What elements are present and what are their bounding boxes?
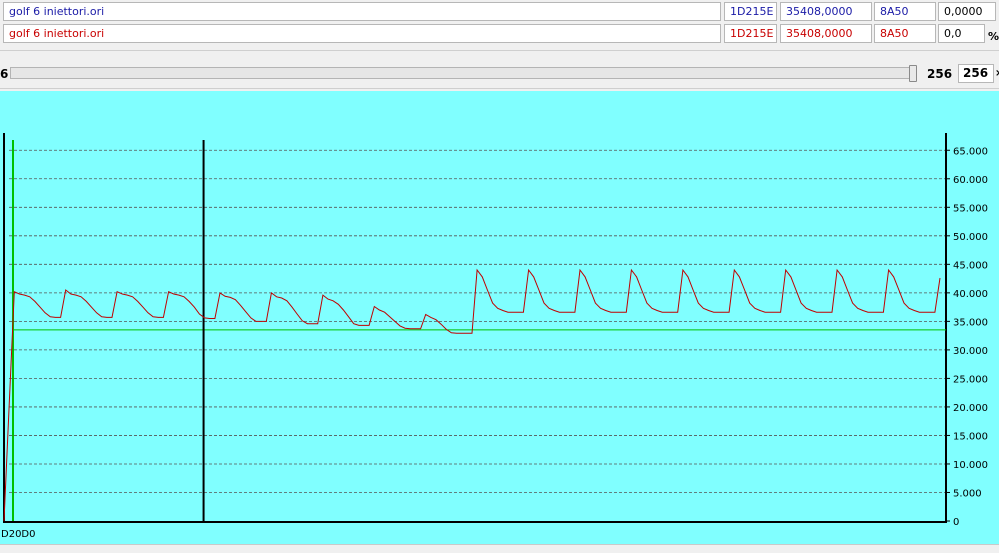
value-cell[interactable]: 35408,0000 [780,2,872,21]
map-row-compare[interactable]: golf 6 iniettori.ori 1D215E 35408,0000 8… [0,23,999,44]
address-cell[interactable]: 1D215E [724,2,777,21]
y-tick-label: 50.000 [953,232,988,243]
y-tick-label: 25.000 [953,374,988,385]
chart-grid [9,149,946,493]
filename-cell[interactable]: golf 6 iniettori.ori [3,2,721,21]
y-tick-label: 60.000 [953,175,988,186]
y-tick-label: 5.000 [953,488,982,499]
address-cell[interactable]: 1D215E [724,24,777,43]
y-tick-label: 45.000 [953,260,988,271]
y-tick-label: 40.000 [953,289,988,300]
hex-cell[interactable]: 8A50 [874,24,936,43]
extra-cell[interactable]: 0,0000 [938,2,996,21]
header-divider [0,50,999,51]
x-start-label: D20D0 [1,529,36,540]
extra-cell[interactable]: 0,0 [938,24,985,43]
injector-map-chart[interactable]: 0 5.000 10.000 15.000 20.000 25.000 30.000 35.0… [0,91,999,544]
slider-input[interactable]: 256 [958,64,994,83]
chart-divider [0,88,999,89]
y-tick-label: 35.000 [953,317,988,328]
slider-thumb[interactable] [909,65,917,82]
close-icon[interactable]: × [995,68,999,79]
hex-cell[interactable]: 8A50 [874,2,936,21]
y-tick-label: 20.000 [953,403,988,414]
slider-value: 256 [927,67,953,81]
slider-left-label: 6 [0,67,9,81]
y-tick-labels: 0 5.000 10.000 15.000 20.000 25.000 30.000 35.0… [946,146,988,528]
filename-cell[interactable]: golf 6 iniettori.ori [3,24,721,43]
series-line [3,268,941,522]
percent-toggle[interactable]: % [988,30,999,43]
y-tick-label: 10.000 [953,460,988,471]
position-slider[interactable] [10,67,916,79]
y-tick-label: 65.000 [953,146,988,157]
map-row-original[interactable]: golf 6 iniettori.ori 1D215E 35408,0000 8… [0,1,999,22]
value-cell[interactable]: 35408,0000 [780,24,872,43]
y-tick-label: 55.000 [953,203,988,214]
y-tick-label: 30.000 [953,346,988,357]
y-tick-label: 0 [953,517,959,528]
y-tick-label: 15.000 [953,431,988,442]
